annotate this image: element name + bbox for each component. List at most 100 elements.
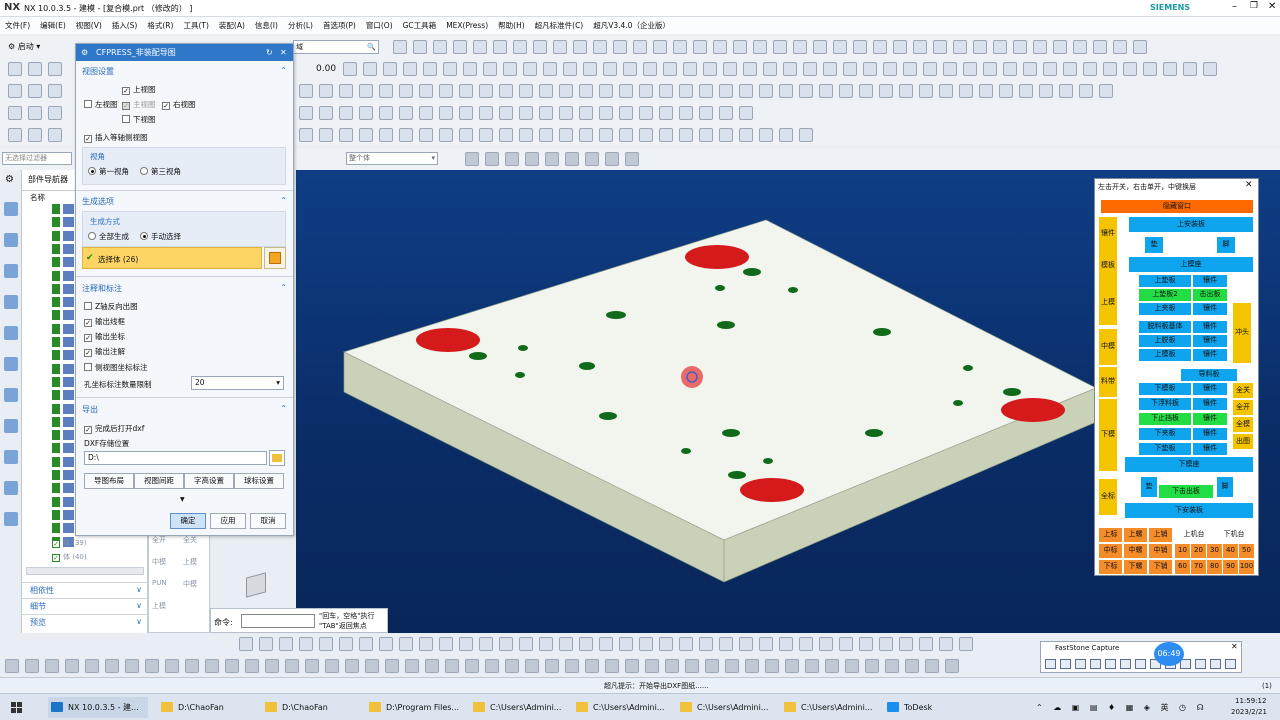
- layer-button[interactable]: 中标: [1099, 544, 1122, 558]
- menu-item[interactable]: 信息(I): [250, 17, 283, 34]
- menu-item[interactable]: 装配(A): [214, 17, 250, 34]
- toolbar-tool-icon[interactable]: [379, 637, 393, 651]
- toolbar-tool-icon[interactable]: [539, 637, 553, 651]
- nav-section[interactable]: 细节 ∨: [22, 598, 148, 613]
- toolbar-tool-icon[interactable]: [703, 62, 717, 76]
- toolbar-tool-icon[interactable]: [659, 106, 673, 120]
- toolbar-tool-icon[interactable]: [559, 106, 573, 120]
- toolbar-tool-icon[interactable]: [265, 659, 279, 673]
- open-dxf-checkbox[interactable]: ✓ 完成后打开dxf: [84, 423, 144, 434]
- toolbar-tool-icon[interactable]: [365, 659, 379, 673]
- toolbar-tool-icon[interactable]: [419, 106, 433, 120]
- palette-item[interactable]: PUN: [152, 579, 167, 587]
- layer-button[interactable]: 上螺: [1124, 528, 1147, 542]
- reset-icon[interactable]: ↻: [266, 44, 273, 61]
- toolbar-tool-icon[interactable]: [719, 106, 733, 120]
- cancel-button[interactable]: 取消: [250, 513, 286, 529]
- toolbar-tool-icon[interactable]: [793, 40, 807, 54]
- toolbar-tool-icon[interactable]: [663, 62, 677, 76]
- toolbar-tool-icon[interactable]: [463, 62, 477, 76]
- toolbar-tool-icon[interactable]: [759, 637, 773, 651]
- capture-tool-icon[interactable]: [1225, 659, 1236, 669]
- toolbar-tool-icon[interactable]: [779, 84, 793, 98]
- palette-item[interactable]: 上模: [183, 557, 197, 567]
- toolbar-tool-icon[interactable]: [225, 659, 239, 673]
- nav-tree-row[interactable]: [52, 350, 74, 361]
- font-height-button[interactable]: 字高设置: [184, 473, 234, 489]
- bottom-view-checkbox[interactable]: 下视图: [122, 114, 156, 125]
- toolbar-tool-icon[interactable]: [739, 84, 753, 98]
- toolbar-tool-icon[interactable]: [603, 62, 617, 76]
- toolbar-tool-icon[interactable]: [1093, 40, 1107, 54]
- faststone-close-button[interactable]: ✕: [1231, 642, 1238, 651]
- layer-button[interactable]: 50: [1239, 544, 1254, 558]
- toolbar-tool-icon[interactable]: [1103, 62, 1117, 76]
- toolbar-tool-icon[interactable]: [325, 659, 339, 673]
- palette-item[interactable]: 全关: [183, 535, 197, 545]
- toolbar-tool-icon[interactable]: [659, 128, 673, 142]
- toolbar-tool-icon[interactable]: [723, 62, 737, 76]
- z-reverse-checkbox[interactable]: Z轴反向出图: [84, 301, 138, 312]
- toolbar-tool-icon[interactable]: [453, 40, 467, 54]
- toolbar-tool-icon[interactable]: [519, 637, 533, 651]
- layer-button[interactable]: 30: [1207, 544, 1222, 558]
- toolbar-tool-icon[interactable]: [165, 659, 179, 673]
- nav-tree-row[interactable]: [52, 283, 74, 294]
- menu-item[interactable]: 编辑(E): [35, 17, 71, 34]
- balloon-button[interactable]: 球标设置: [234, 473, 284, 489]
- toolbar-tool-icon[interactable]: [585, 659, 599, 673]
- toolbar-tool-icon[interactable]: [48, 106, 62, 120]
- chevron-up-icon[interactable]: ⌃: [280, 404, 287, 413]
- layer-button[interactable]: 下模: [1099, 399, 1117, 471]
- toolbar-tool-icon[interactable]: [619, 84, 633, 98]
- toolbar-tool-icon[interactable]: [699, 637, 713, 651]
- toolbar-tool-icon[interactable]: [865, 659, 879, 673]
- nav-tree-row[interactable]: [52, 403, 74, 414]
- layer-button[interactable]: 上标: [1099, 528, 1122, 542]
- toolbar-tool-icon[interactable]: [185, 659, 199, 673]
- toolbar-tool-icon[interactable]: [933, 40, 947, 54]
- toolbar-tool-icon[interactable]: [599, 106, 613, 120]
- capture-tool-icon[interactable]: [1210, 659, 1221, 669]
- toolbar-tool-icon[interactable]: [505, 659, 519, 673]
- toolbar-tool-icon[interactable]: [205, 659, 219, 673]
- section-export[interactable]: 导出: [82, 404, 98, 415]
- layer-button[interactable]: 上模座: [1129, 257, 1253, 272]
- toolbar-tool-icon[interactable]: [925, 659, 939, 673]
- toolbar-tool-icon[interactable]: [499, 128, 513, 142]
- nav-tree-row[interactable]: [52, 310, 74, 321]
- toolbar-tool-icon[interactable]: [623, 62, 637, 76]
- toolbar-tool-icon[interactable]: [699, 84, 713, 98]
- toolbar-tool-icon[interactable]: [599, 84, 613, 98]
- toolbar-tool-icon[interactable]: [28, 84, 42, 98]
- note-checkbox[interactable]: ✓ 输出注解: [84, 346, 125, 357]
- windows-start-icon[interactable]: [11, 702, 22, 713]
- capture-tool-icon[interactable]: [1045, 659, 1056, 669]
- nav-tree-row[interactable]: [52, 443, 74, 454]
- layer-button[interactable]: 镶件: [1193, 303, 1227, 315]
- toolbar-tool-icon[interactable]: [459, 106, 473, 120]
- layer-button[interactable]: 下标: [1099, 560, 1122, 574]
- toolbar-tool-icon[interactable]: [459, 637, 473, 651]
- taskbar-item[interactable]: NX 10.0.3.5 - 建...: [48, 697, 148, 718]
- toolbar-tool-icon[interactable]: [799, 84, 813, 98]
- toolbar-tool-icon[interactable]: [565, 152, 579, 166]
- layer-button[interactable]: 中模: [1099, 329, 1117, 365]
- toolbar-tool-icon[interactable]: [783, 62, 797, 76]
- toolbar-tool-icon[interactable]: [825, 659, 839, 673]
- toolbar-tool-icon[interactable]: [499, 106, 513, 120]
- toolbar-tool-icon[interactable]: [973, 40, 987, 54]
- folder-icon[interactable]: [269, 450, 285, 466]
- toolbar-tool-icon[interactable]: [1073, 40, 1087, 54]
- toolbar-tool-icon[interactable]: [479, 106, 493, 120]
- taskbar-item[interactable]: D:\ChaoFan: [158, 697, 258, 718]
- toolbar-tool-icon[interactable]: [245, 659, 259, 673]
- toolbar-tool-icon[interactable]: [693, 40, 707, 54]
- toolbar-tool-icon[interactable]: [639, 84, 653, 98]
- taskbar-item[interactable]: D:\Program Files...: [366, 697, 466, 718]
- toolbar-tool-icon[interactable]: [403, 62, 417, 76]
- hole-limit-dropdown[interactable]: 20 ▾: [191, 376, 284, 390]
- toolbar-tool-icon[interactable]: [28, 128, 42, 142]
- frame-checkbox[interactable]: ✓ 输出线框: [84, 316, 125, 327]
- chevron-up-icon[interactable]: ⌃: [280, 283, 287, 292]
